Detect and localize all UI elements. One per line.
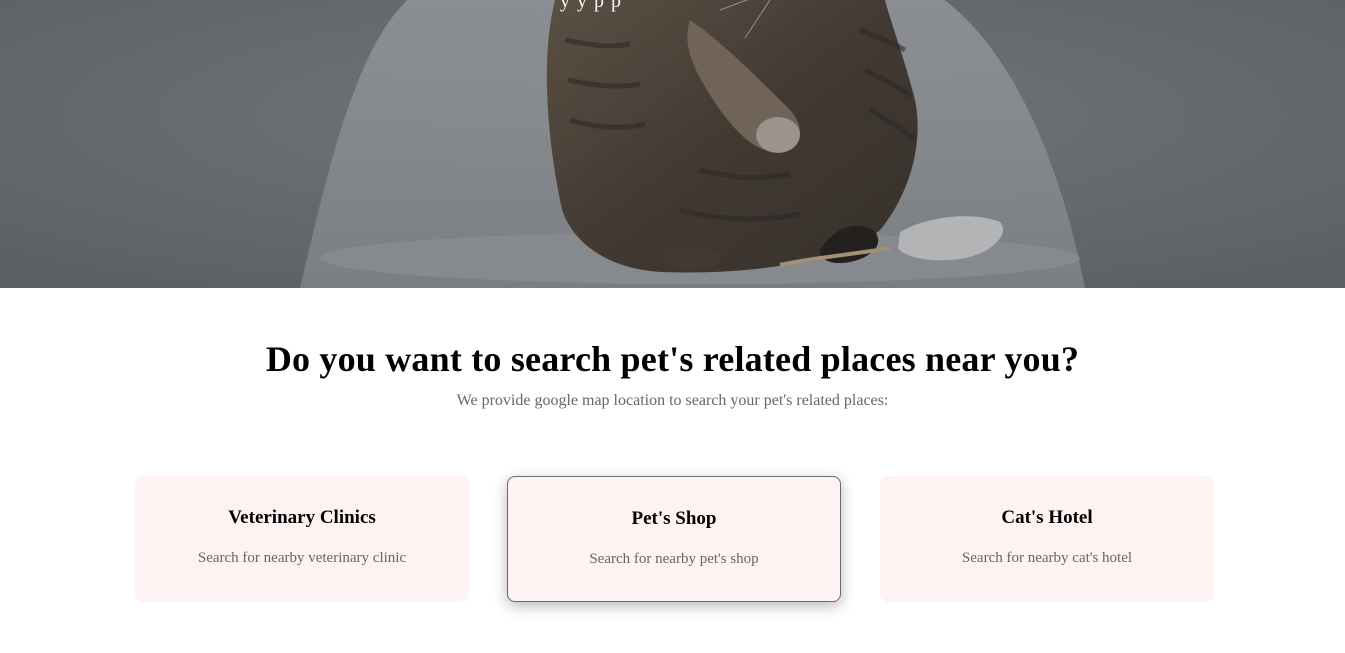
card-title: Veterinary Clinics [228,507,376,528]
card-title: Cat's Hotel [1001,507,1093,528]
hero-caption: y y p p [560,0,622,12]
hero-cat-image [0,0,1345,288]
card-title: Pet's Shop [631,508,717,529]
places-search-section: Do you want to search pet's related plac… [0,288,1345,653]
section-title: Do you want to search pet's related plac… [265,339,1080,379]
card-description: Search for nearby cat's hotel [961,550,1133,566]
hero-banner: y y p p [0,0,1345,288]
veterinary-clinics-card[interactable]: Veterinary Clinics Search for nearby vet… [135,476,469,602]
pets-shop-card[interactable]: Pet's Shop Search for nearby pet's shop [507,476,841,602]
cats-hotel-card[interactable]: Cat's Hotel Search for nearby cat's hote… [880,476,1214,602]
card-description: Search for nearby pet's shop [589,551,759,567]
card-description: Search for nearby veterinary clinic [197,550,407,566]
section-subtitle: We provide google map location to search… [456,392,889,409]
